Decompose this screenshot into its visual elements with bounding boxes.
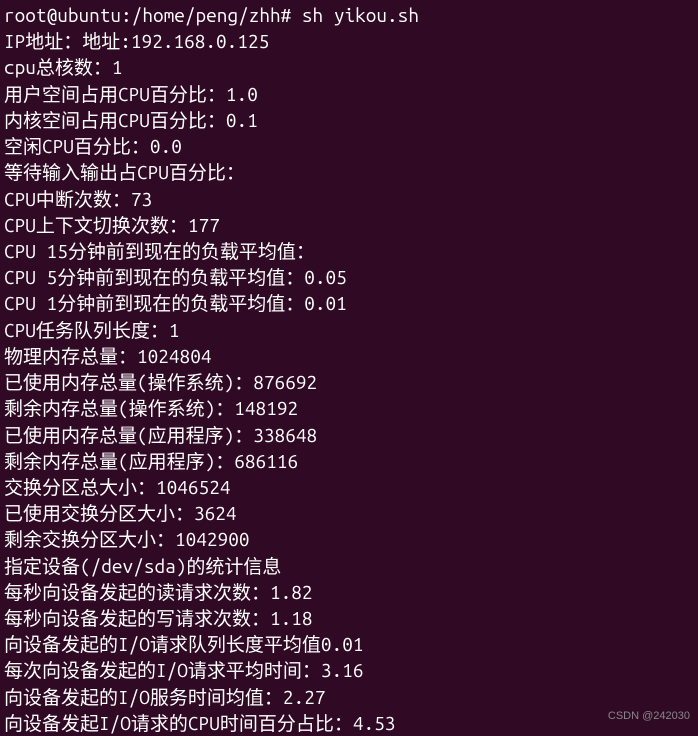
terminal-output-line: CPU 5分钟前到现在的负载平均值：0.05 <box>4 264 694 290</box>
terminal-output-line: 已使用内存总量(操作系统)：876692 <box>4 369 694 395</box>
terminal-output-line: 每次向设备发起的I/O请求平均时间：3.16 <box>4 657 694 683</box>
terminal-output-line: CPU上下文切换次数：177 <box>4 212 694 238</box>
terminal-output-line: 向设备发起的I/O请求队列长度平均值0.01 <box>4 631 694 657</box>
terminal-output-line: 剩余内存总量(操作系统)：148192 <box>4 395 694 421</box>
terminal-output-line: 已使用交换分区大小：3624 <box>4 500 694 526</box>
terminal-output-line: 已使用内存总量(应用程序)：338648 <box>4 422 694 448</box>
terminal-output-line: 指定设备(/dev/sda)的统计信息 <box>4 553 694 579</box>
terminal-output-line: CPU 15分钟前到现在的负载平均值： <box>4 238 694 264</box>
terminal-output-line: 每秒向设备发起的写请求次数：1.18 <box>4 605 694 631</box>
terminal-output-line: 物理内存总量：1024804 <box>4 343 694 369</box>
terminal-output-line: 内核空间占用CPU百分比：0.1 <box>4 107 694 133</box>
terminal-output-line: 空闲CPU百分比：0.0 <box>4 133 694 159</box>
terminal-output-line: CPU中断次数：73 <box>4 186 694 212</box>
terminal-prompt: root@ubuntu:/home/peng/zhh# sh yikou.sh <box>4 2 694 28</box>
terminal-output-line: IP地址：地址:192.168.0.125 <box>4 28 694 54</box>
terminal-output-line: 向设备发起I/O请求的CPU时间百分占比：4.53 <box>4 710 694 736</box>
terminal-output-line: CPU任务队列长度：1 <box>4 317 694 343</box>
watermark-text: CSDN @242030 <box>608 709 690 724</box>
terminal-output-line: 等待输入输出占CPU百分比： <box>4 159 694 185</box>
terminal-output-line: 用户空间占用CPU百分比：1.0 <box>4 81 694 107</box>
terminal-output-line: 交换分区总大小：1046524 <box>4 474 694 500</box>
terminal-output-line: 剩余内存总量(应用程序)：686116 <box>4 448 694 474</box>
terminal-output-line: 每秒向设备发起的读请求次数：1.82 <box>4 579 694 605</box>
terminal-output-line: cpu总核数：1 <box>4 54 694 80</box>
terminal-output-line: CPU 1分钟前到现在的负载平均值：0.01 <box>4 290 694 316</box>
terminal-output-line: 向设备发起的I/O服务时间均值：2.27 <box>4 684 694 710</box>
terminal-output-line: 剩余交换分区大小：1042900 <box>4 526 694 552</box>
